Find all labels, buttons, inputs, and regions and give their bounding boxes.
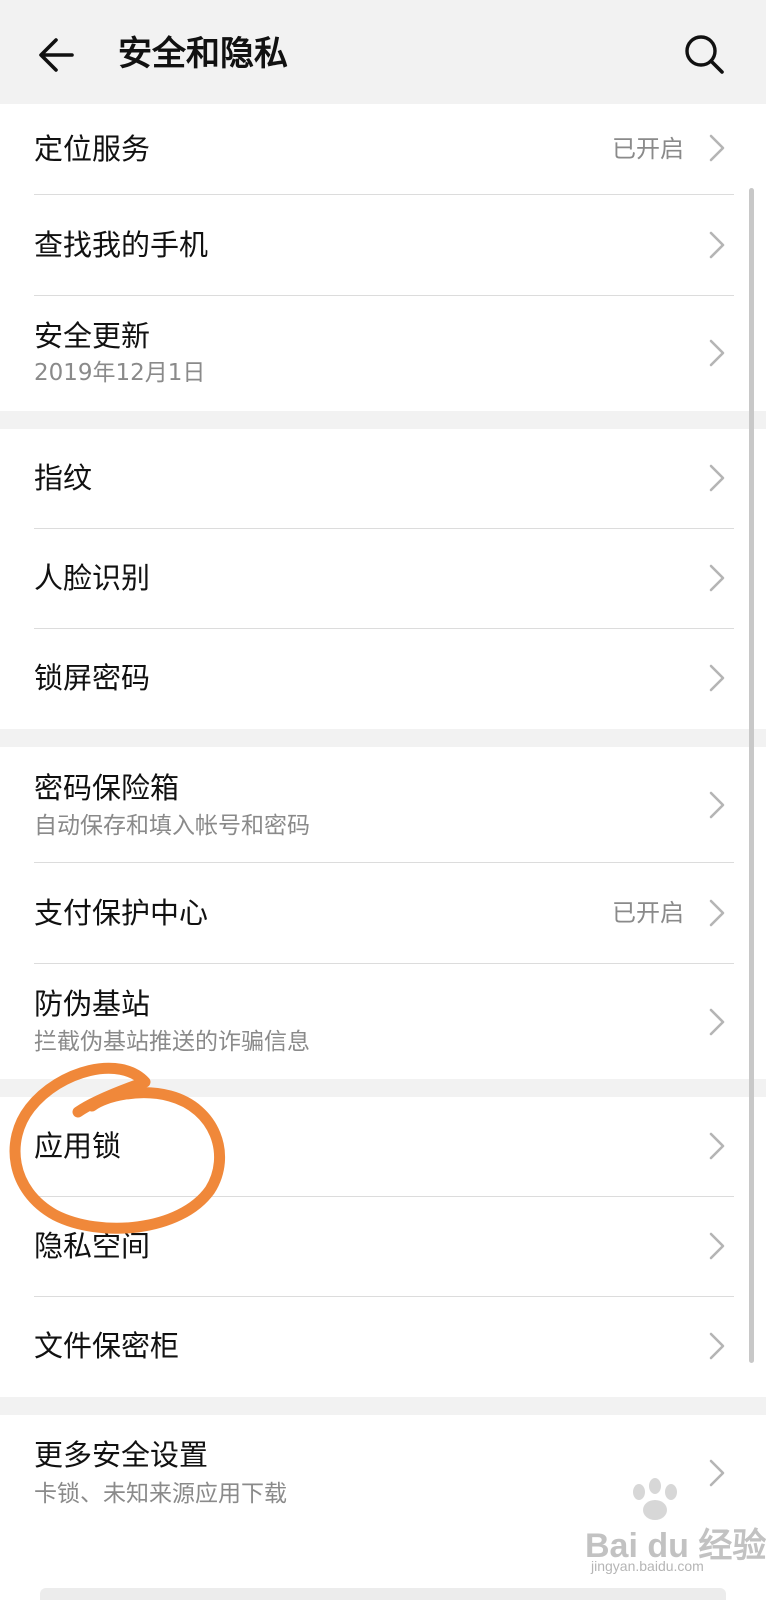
row-label: 查找我的手机 — [34, 228, 209, 262]
chevron-right-icon — [709, 339, 725, 367]
row-fingerprint[interactable]: 指纹 — [0, 429, 766, 529]
row-find-my-phone[interactable]: 查找我的手机 — [0, 195, 766, 296]
chevron-right-icon — [709, 564, 725, 592]
row-app-lock[interactable]: 应用锁 — [0, 1097, 766, 1197]
chevron-right-icon — [709, 1332, 725, 1360]
status-text: 已开启 — [612, 135, 684, 163]
row-subtitle: 拦截伪基站推送的诈骗信息 — [34, 1029, 310, 1055]
row-lock-screen-password[interactable]: 锁屏密码 — [0, 629, 766, 729]
section-gap — [0, 1397, 766, 1415]
row-label: 定位服务 — [34, 132, 151, 166]
row-label: 锁屏密码 — [34, 661, 151, 695]
row-fake-base-station[interactable]: 防伪基站 拦截伪基站推送的诈骗信息 — [0, 964, 766, 1079]
chevron-right-icon — [709, 231, 725, 259]
row-payment-protection[interactable]: 支付保护中心 已开启 — [0, 863, 766, 964]
row-label: 支付保护中心 — [34, 896, 209, 930]
section-gap — [0, 1079, 766, 1097]
row-label: 文件保密柜 — [34, 1329, 180, 1363]
search-icon — [685, 35, 724, 74]
bottom-card-edge — [40, 1588, 726, 1600]
chevron-right-icon — [709, 664, 725, 692]
section-biometrics: 指纹 人脸识别 锁屏密码 — [0, 429, 766, 729]
back-button[interactable] — [32, 30, 82, 80]
row-label: 指纹 — [34, 461, 93, 495]
row-label: 人脸识别 — [34, 561, 151, 595]
row-location-services[interactable]: 定位服务 已开启 — [0, 104, 766, 195]
chevron-right-icon — [709, 1132, 725, 1160]
row-password-vault[interactable]: 密码保险箱 自动保存和填入帐号和密码 — [0, 747, 766, 863]
row-label: 安全更新 — [34, 319, 151, 353]
chevron-right-icon — [709, 791, 725, 819]
row-label: 应用锁 — [34, 1129, 122, 1163]
row-label: 隐私空间 — [34, 1229, 151, 1263]
scrollbar[interactable] — [749, 188, 754, 1363]
status-text: 已开启 — [612, 899, 684, 927]
chevron-right-icon — [709, 1459, 725, 1487]
section-privacy: 应用锁 隐私空间 文件保密柜 — [0, 1097, 766, 1397]
row-private-space[interactable]: 隐私空间 — [0, 1197, 766, 1297]
section-gap — [0, 729, 766, 747]
row-more-security-settings[interactable]: 更多安全设置 卡锁、未知来源应用下载 — [0, 1415, 766, 1531]
section-gap — [0, 411, 766, 429]
chevron-right-icon — [709, 464, 725, 492]
screen: 安全和隐私 定位服务 已开启 查找我的手机 安全更新 2019年12月1日 指纹… — [0, 0, 766, 1600]
arrow-left-icon — [39, 38, 74, 72]
chevron-right-icon — [709, 1008, 725, 1036]
row-subtitle: 自动保存和填入帐号和密码 — [34, 813, 310, 839]
row-label: 密码保险箱 — [34, 771, 180, 805]
page-title: 安全和隐私 — [118, 34, 288, 74]
row-face-recognition[interactable]: 人脸识别 — [0, 529, 766, 629]
section-more: 更多安全设置 卡锁、未知来源应用下载 — [0, 1415, 766, 1588]
chevron-right-icon — [709, 1232, 725, 1260]
row-subtitle: 卡锁、未知来源应用下载 — [34, 1481, 287, 1507]
row-security-update[interactable]: 安全更新 2019年12月1日 — [0, 296, 766, 411]
row-label: 防伪基站 — [34, 987, 151, 1021]
section-location-security: 定位服务 已开启 查找我的手机 安全更新 2019年12月1日 — [0, 104, 766, 411]
row-label: 更多安全设置 — [34, 1438, 209, 1472]
chevron-right-icon — [709, 899, 725, 927]
row-file-safe[interactable]: 文件保密柜 — [0, 1297, 766, 1397]
chevron-right-icon — [709, 134, 725, 162]
row-subtitle: 2019年12月1日 — [34, 360, 206, 386]
app-bar: 安全和隐私 — [0, 0, 766, 104]
search-button[interactable] — [680, 30, 730, 80]
section-protection: 密码保险箱 自动保存和填入帐号和密码 支付保护中心 已开启 防伪基站 拦截伪基站… — [0, 747, 766, 1079]
